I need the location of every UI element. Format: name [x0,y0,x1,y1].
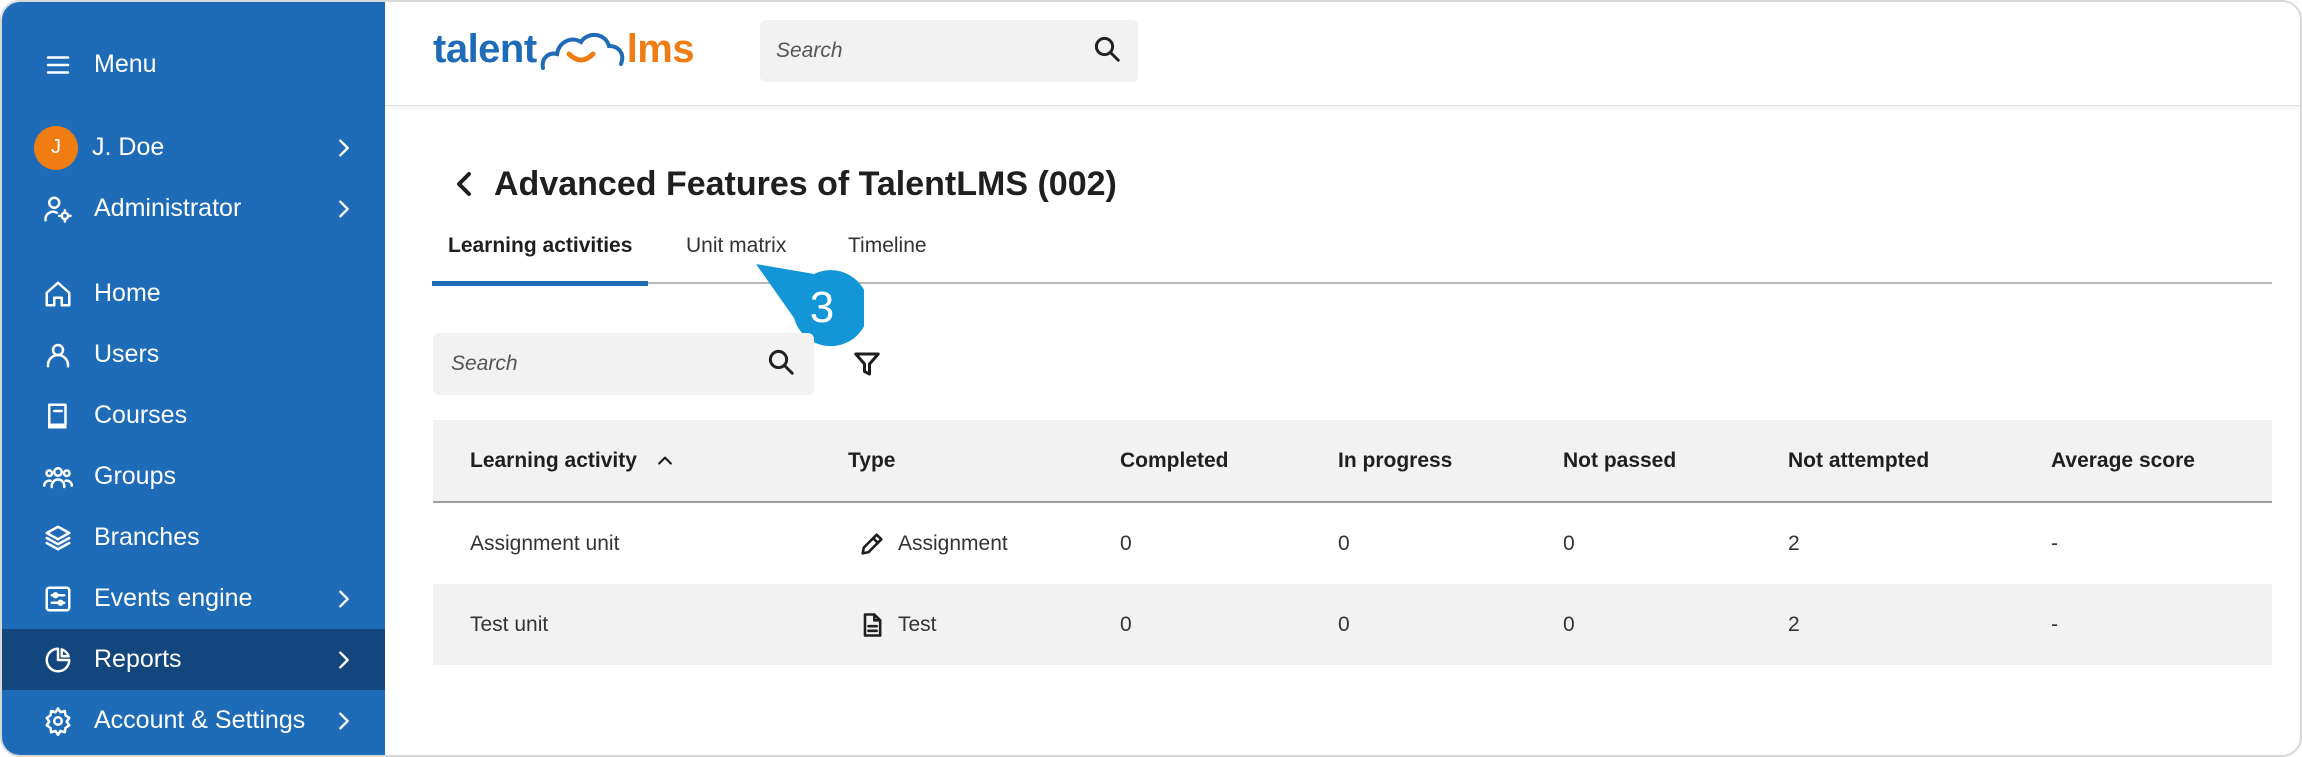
sidebar-item-events-engine[interactable]: Events engine [2,568,385,629]
global-search-input[interactable] [776,39,1092,63]
app-window: Menu J J. Doe Administrator Home Users C… [0,0,2302,757]
in-progress-count: 0 [1338,612,1350,636]
cloud-smile-icon [540,33,624,70]
activities-table: Learning activity Type Completed In prog… [433,420,2272,665]
completed-count: 0 [1120,612,1132,636]
hamburger-icon [40,47,76,83]
chevron-right-icon [333,137,355,159]
user-profile-item[interactable]: J J. Doe [2,117,385,178]
events-icon [40,581,76,617]
group-icon [40,459,76,495]
not-attempted-count: 2 [1788,531,1800,555]
column-header-learning-activity[interactable]: Learning activity [470,449,675,473]
sidebar-item-label: Branches [94,523,200,551]
sidebar-item-users[interactable]: Users [2,324,385,385]
activity-type: Assignment [858,530,1008,558]
talentlms-logo[interactable]: talent lms [433,22,695,72]
menu-toggle[interactable]: Menu [2,34,385,95]
column-header-not-attempted[interactable]: Not attempted [1788,449,1929,473]
column-header-in-progress[interactable]: In progress [1338,449,1452,473]
activity-name[interactable]: Assignment unit [470,532,619,556]
pencil-icon [858,530,886,558]
pie-chart-icon [40,642,76,678]
tab-bar: Learning activities Unit matrix Timeline [432,222,2272,286]
back-arrow-icon[interactable] [452,169,476,199]
document-icon [858,611,886,639]
table-row[interactable]: Test unit Test 0 0 0 2 - [433,584,2272,665]
column-header-completed[interactable]: Completed [1120,449,1229,473]
sidebar-item-groups[interactable]: Groups [2,446,385,507]
sidebar-item-home[interactable]: Home [2,263,385,324]
sidebar: Menu J J. Doe Administrator Home Users C… [2,2,385,755]
chevron-right-icon [333,649,355,671]
column-header-not-passed[interactable]: Not passed [1563,449,1676,473]
average-score: - [2051,612,2058,636]
filter-icon[interactable] [852,349,882,379]
logo-text-talent: talent [433,27,537,71]
in-progress-count: 0 [1338,531,1350,555]
table-header: Learning activity Type Completed In prog… [433,420,2272,503]
sidebar-item-label: Courses [94,401,188,429]
layers-icon [40,520,76,556]
top-bar: talent lms [385,2,2300,106]
user-icon [40,337,76,373]
gear-icon [40,703,76,739]
activities-search-input[interactable] [451,352,766,376]
completed-count: 0 [1120,531,1132,555]
average-score: - [2051,531,2058,555]
sidebar-item-branches[interactable]: Branches [2,507,385,568]
column-header-type[interactable]: Type [848,449,895,473]
sidebar-item-reports[interactable]: Reports [2,629,385,690]
user-gear-icon [40,191,76,227]
sort-ascending-icon[interactable] [655,451,675,471]
chevron-right-icon [333,198,355,220]
sidebar-item-label: Groups [94,462,176,490]
logo-text-lms: lms [626,27,695,71]
activities-search [433,333,814,395]
book-icon [40,398,76,434]
column-header-average-score[interactable]: Average score [2051,449,2195,473]
column-label: Learning activity [470,448,637,472]
search-icon[interactable] [766,347,796,382]
role-switcher[interactable]: Administrator [2,178,385,239]
chevron-right-icon [333,588,355,610]
sidebar-item-courses[interactable]: Courses [2,385,385,446]
sidebar-item-account-settings[interactable]: Account & Settings [2,690,385,751]
not-passed-count: 0 [1563,531,1575,555]
type-label: Assignment [898,531,1008,555]
global-search [760,20,1138,82]
type-label: Test [898,612,937,636]
tab-learning-activities[interactable]: Learning activities [432,234,649,286]
avatar: J [34,125,78,170]
activity-name[interactable]: Test unit [470,613,548,637]
sidebar-item-label: Users [94,340,160,368]
home-icon [40,276,76,312]
chevron-right-icon [333,710,355,732]
activity-type: Test [858,611,937,639]
search-icon[interactable] [1092,34,1122,69]
menu-label: Menu [94,50,157,78]
page-title: Advanced Features of TalentLMS (002) [494,165,1117,203]
sidebar-item-label: Home [94,279,161,307]
table-row[interactable]: Assignment unit Assignment 0 0 0 2 - [433,503,2272,584]
not-attempted-count: 2 [1788,612,1800,636]
not-passed-count: 0 [1563,612,1575,636]
